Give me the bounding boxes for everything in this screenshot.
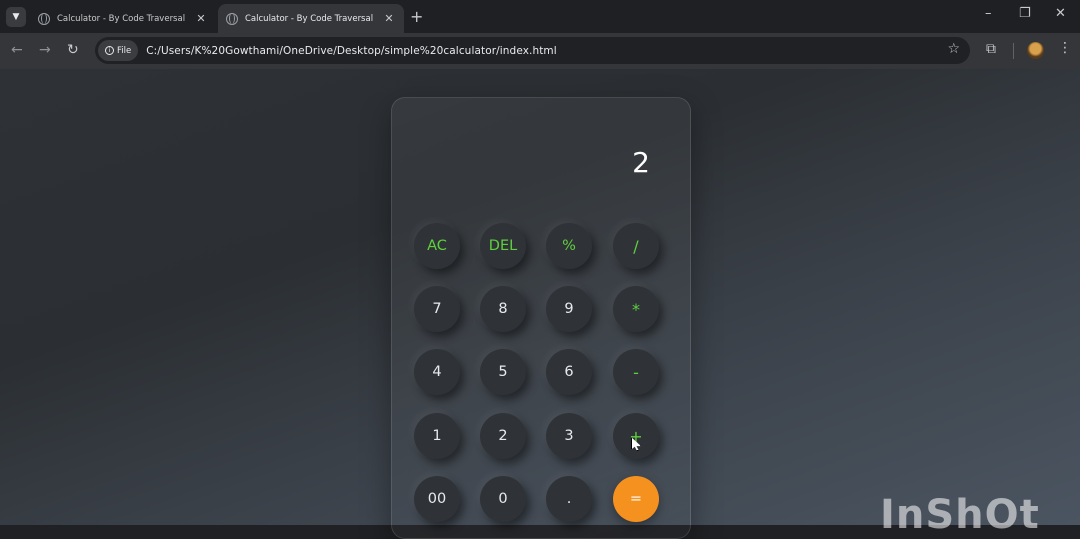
equals-button[interactable]: = [613, 476, 659, 522]
tab-strip: ▼ Calculator - By Code Traversal ✕ Calcu… [0, 0, 1080, 33]
one-button[interactable]: 1 [414, 413, 460, 459]
multiply-button[interactable]: * [613, 286, 659, 332]
two-button[interactable]: 2 [480, 413, 526, 459]
four-button[interactable]: 4 [414, 349, 460, 395]
bookmark-star-icon[interactable]: ☆ [947, 41, 960, 57]
add-button[interactable]: + [613, 413, 659, 459]
six-button[interactable]: 6 [546, 349, 592, 395]
calculator: 2 AC DEL % / 7 8 9 * 4 5 6 - 1 2 3 + 00 … [391, 97, 691, 539]
menu-kebab-icon[interactable]: ⋮ [1058, 40, 1072, 56]
toolbar-divider [1013, 43, 1014, 59]
ac-button[interactable]: AC [414, 223, 460, 269]
extensions-puzzle-icon[interactable]: ⧉ [986, 41, 996, 57]
close-window-icon[interactable]: ✕ [1055, 6, 1066, 21]
close-tab-icon[interactable]: ✕ [194, 12, 208, 25]
inshot-watermark: InShOt [880, 492, 1040, 538]
info-icon: i [105, 46, 114, 55]
back-arrow-icon[interactable]: ← [11, 42, 23, 58]
minimize-icon[interactable]: – [985, 6, 992, 21]
url-text[interactable]: C:/Users/K%20Gowthami/OneDrive/Desktop/s… [146, 45, 557, 57]
tab-search-chevron-icon[interactable]: ▼ [6, 7, 26, 27]
tab-calculator-1[interactable]: Calculator - By Code Traversal ✕ [30, 4, 216, 33]
tab-title: Calculator - By Code Traversal [245, 13, 374, 24]
percent-button[interactable]: % [546, 223, 592, 269]
address-bar[interactable]: i File C:/Users/K%20Gowthami/OneDrive/De… [95, 37, 970, 64]
restore-icon[interactable]: ❐ [1019, 6, 1031, 21]
subtract-button[interactable]: - [613, 349, 659, 395]
toolbar: ← → ↻ i File C:/Users/K%20Gowthami/OneDr… [0, 33, 1080, 69]
five-button[interactable]: 5 [480, 349, 526, 395]
decimal-button[interactable]: . [546, 476, 592, 522]
zero-button[interactable]: 0 [480, 476, 526, 522]
globe-icon [38, 12, 50, 25]
seven-button[interactable]: 7 [414, 286, 460, 332]
nine-button[interactable]: 9 [546, 286, 592, 332]
new-tab-button[interactable]: + [410, 7, 423, 26]
forward-arrow-icon[interactable]: → [39, 42, 51, 58]
eight-button[interactable]: 8 [480, 286, 526, 332]
profile-avatar[interactable] [1027, 42, 1044, 59]
site-info-chip[interactable]: i File [98, 40, 139, 61]
tab-title: Calculator - By Code Traversal [57, 13, 186, 24]
del-button[interactable]: DEL [480, 223, 526, 269]
site-info-label: File [117, 45, 132, 56]
calculator-display: 2 [632, 146, 650, 179]
three-button[interactable]: 3 [546, 413, 592, 459]
tab-calculator-2-active[interactable]: Calculator - By Code Traversal ✕ [218, 4, 404, 33]
globe-icon [226, 12, 238, 25]
page-background: 2 AC DEL % / 7 8 9 * 4 5 6 - 1 2 3 + 00 … [0, 69, 1080, 539]
double-zero-button[interactable]: 00 [414, 476, 460, 522]
divide-button[interactable]: / [613, 223, 659, 269]
close-tab-icon[interactable]: ✕ [382, 12, 396, 25]
reload-icon[interactable]: ↻ [67, 42, 79, 58]
